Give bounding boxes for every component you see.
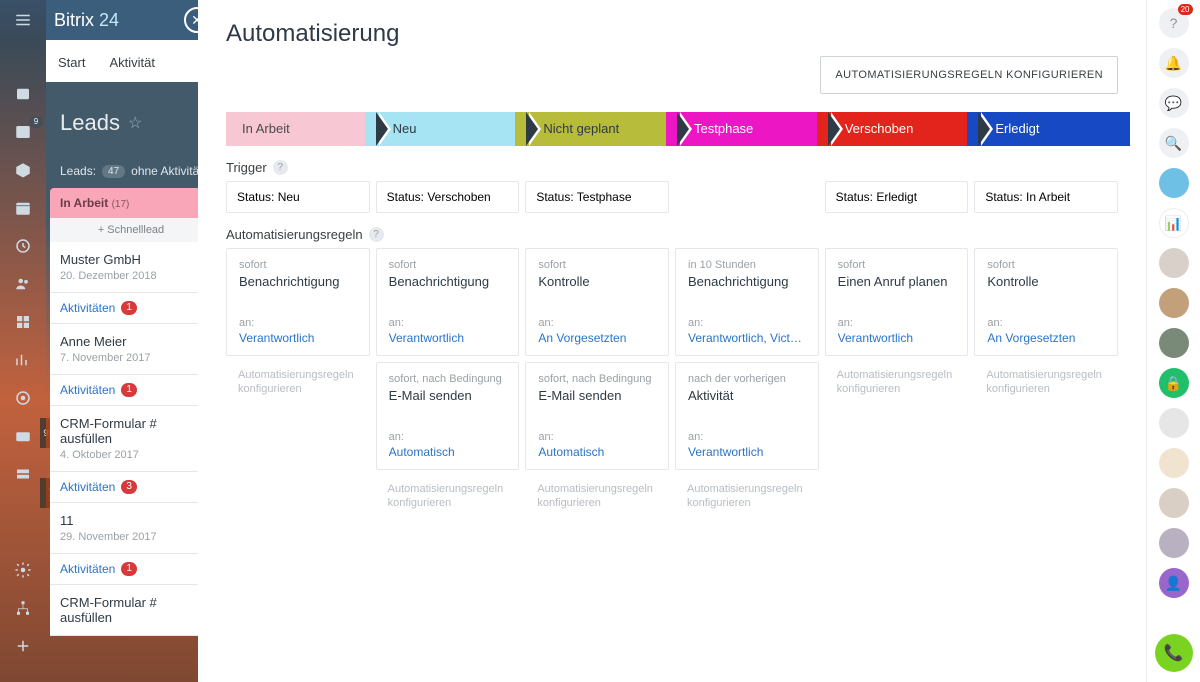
box-icon[interactable] [13, 160, 33, 180]
background-page: Bitrix 24 ✕ Start Aktivität Leads ☆ Lead… [46, 0, 216, 682]
kanban-activities[interactable]: Aktivitäten1 [50, 554, 212, 585]
rule-card[interactable]: sofortEinen Anruf planenan:Verantwortlic… [825, 248, 969, 356]
kanban-stage[interactable]: In Arbeit (17) [50, 188, 212, 218]
help-icon[interactable]: ? [369, 227, 384, 242]
menu-icon[interactable] [13, 10, 33, 30]
widget-icon[interactable] [13, 84, 33, 104]
rule-ghost[interactable]: Automatisierungsregeln konfigurieren [974, 362, 1118, 470]
rule-card[interactable]: sofort, nach BedingungE-Mail sendenan:Au… [525, 362, 669, 470]
rule-card[interactable]: sofort, nach BedingungE-Mail sendenan:Au… [376, 362, 520, 470]
target-icon[interactable] [13, 388, 33, 408]
avatar[interactable] [1159, 408, 1189, 438]
leads-stats: Leads: 47 ohne Aktivität [46, 146, 216, 188]
app-logo: Bitrix 24 [54, 10, 119, 31]
stage-in-arbeit[interactable]: In Arbeit [226, 112, 377, 146]
rule-card[interactable]: in 10 StundenBenachrichtigungan:Verantwo… [675, 248, 819, 356]
drawer-icon[interactable] [13, 464, 33, 484]
rule-ghost[interactable]: Automatisierungsregeln konfigurieren [226, 362, 370, 470]
rule-ghost[interactable]: Automatisierungsregeln konfigurieren [525, 476, 669, 517]
calendar-icon[interactable] [13, 198, 33, 218]
avatar[interactable] [1159, 288, 1189, 318]
tasks-badge: 9 [29, 116, 43, 128]
rules-row-1: sofortBenachrichtigungan:Verantwortlich … [198, 248, 1146, 356]
avatar[interactable]: 📊 [1159, 208, 1189, 238]
star-icon[interactable]: ☆ [128, 113, 142, 133]
rule-ghost[interactable]: Automatisierungsregeln konfigurieren [675, 476, 819, 517]
rule-card[interactable]: sofortKontrollean:An Vorgesetzten [525, 248, 669, 356]
rule-card[interactable]: sofortKontrollean:An Vorgesetzten [974, 248, 1118, 356]
lock-icon[interactable]: 🔒 [1159, 368, 1189, 398]
trigger-cell[interactable]: Status: Testphase [525, 181, 669, 213]
kanban-card[interactable]: CRM-Formular # ausfüllen [50, 585, 212, 636]
page-title: Leads ☆ [46, 82, 216, 146]
bg-tabs: Start Aktivität [46, 40, 216, 80]
kanban-card[interactable]: Anne Meier7. November 2017 [50, 324, 212, 375]
sitemap-icon[interactable] [13, 598, 33, 618]
grid-icon[interactable] [13, 312, 33, 332]
clock-icon[interactable] [13, 236, 33, 256]
settings-icon[interactable] [13, 560, 33, 580]
trigger-label: Trigger? [198, 146, 1146, 181]
automation-modal: Automatisierung AUTOMATISIERUNGSREGELN K… [198, 0, 1146, 682]
rule-ghost[interactable]: Automatisierungsregeln konfigurieren [376, 476, 520, 517]
profile-icon[interactable]: 👤 [1159, 568, 1189, 598]
bell-icon[interactable]: 🔔 [1159, 48, 1189, 78]
avatar[interactable] [1159, 328, 1189, 358]
configure-rules-button[interactable]: AUTOMATISIERUNGSREGELN KONFIGURIEREN [820, 56, 1118, 94]
kanban-activities[interactable]: Aktivitäten1 [50, 375, 212, 406]
kanban-column: In Arbeit (17) + Schnelllead Muster GmbH… [46, 188, 216, 636]
rule-ghost[interactable]: Automatisierungsregeln konfigurieren [825, 362, 969, 470]
quick-lead-button[interactable]: + Schnelllead [50, 218, 212, 242]
right-rail: ?20 🔔 💬 🔍 📊 🔒 👤 📞 [1146, 0, 1200, 682]
avatar[interactable] [1159, 168, 1189, 198]
rule-card[interactable]: sofortBenachrichtigungan:Verantwortlich [226, 248, 370, 356]
triggers-row: Status: Neu Status: Verschoben Status: T… [198, 181, 1146, 213]
tasks-icon[interactable]: 9 [13, 122, 33, 142]
trigger-cell[interactable]: Status: Erledigt [825, 181, 969, 213]
rules-label: Automatisierungsregeln? [198, 213, 1146, 248]
kanban-card[interactable]: 1129. November 2017 [50, 503, 212, 554]
chat-icon[interactable]: 💬 [1159, 88, 1189, 118]
help-icon[interactable]: ? [273, 160, 288, 175]
trigger-cell[interactable]: Status: Neu [226, 181, 370, 213]
trigger-cell[interactable]: Status: In Arbeit [974, 181, 1118, 213]
rules-row-2: Automatisierungsregeln konfigurieren sof… [198, 362, 1146, 470]
tab-activity[interactable]: Aktivität [97, 45, 167, 80]
rule-card[interactable]: sofortBenachrichtigungan:Verantwortlich [376, 248, 520, 356]
call-button[interactable]: 📞 [1155, 634, 1193, 672]
kanban-card[interactable]: Muster GmbH20. Dezember 2018 [50, 242, 212, 293]
kanban-card[interactable]: CRM-Formular # ausfüllen4. Oktober 2017 [50, 406, 212, 472]
search-icon[interactable]: 🔍 [1159, 128, 1189, 158]
avatar[interactable] [1159, 448, 1189, 478]
avatar[interactable] [1159, 488, 1189, 518]
rule-card[interactable]: nach der vorherigenAktivitätan:Verantwor… [675, 362, 819, 470]
help-icon[interactable]: ?20 [1159, 8, 1189, 38]
kanban-activities[interactable]: Aktivitäten3 [50, 472, 212, 503]
rules-row-3: Automatisierungsregeln konfigurieren Aut… [198, 476, 1146, 517]
avatar[interactable] [1159, 248, 1189, 278]
modal-title: Automatisierung [226, 20, 1118, 48]
plus-icon[interactable] [13, 636, 33, 656]
tab-start[interactable]: Start [46, 45, 97, 80]
trigger-cell[interactable]: Status: Verschoben [376, 181, 520, 213]
left-icon-bar: 9 99+ ✓2 [0, 0, 46, 682]
people-icon[interactable] [13, 274, 33, 294]
stage-pipeline: In Arbeit Neu Nicht geplant Testphase Ve… [198, 112, 1146, 146]
card-icon[interactable] [13, 426, 33, 446]
kanban-activities[interactable]: Aktivitäten1 [50, 293, 212, 324]
chart-icon[interactable] [13, 350, 33, 370]
avatar[interactable] [1159, 528, 1189, 558]
